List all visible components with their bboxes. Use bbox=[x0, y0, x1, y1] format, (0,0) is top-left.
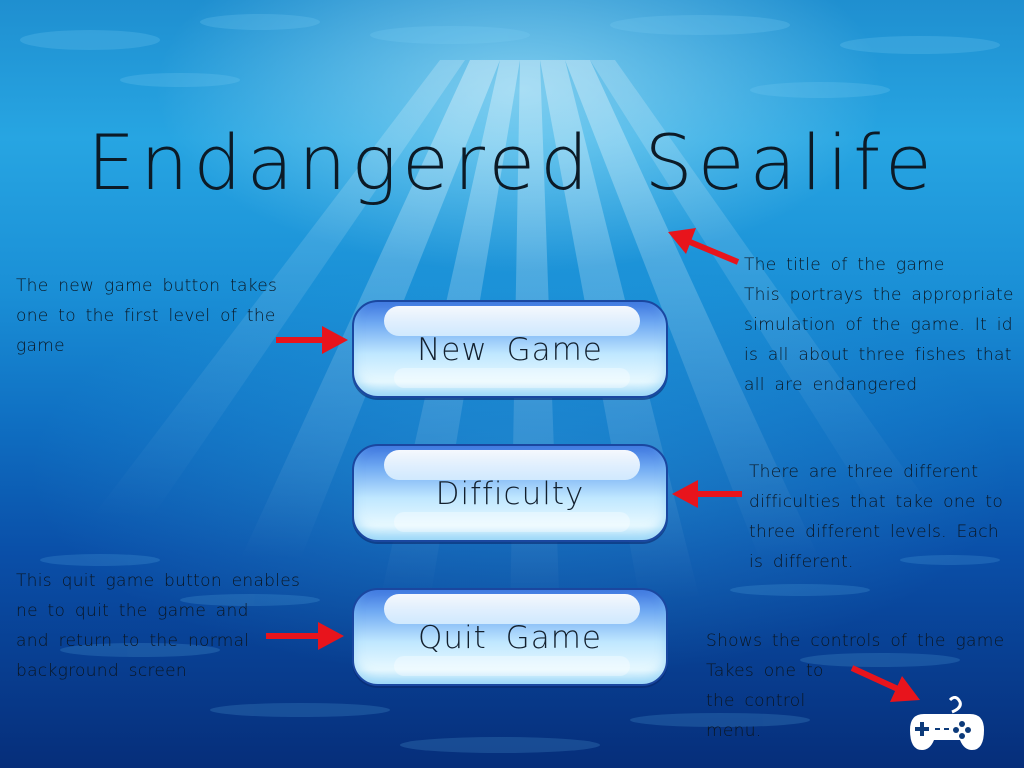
title-annotation-line: is all about three fishes that bbox=[744, 345, 1012, 365]
title-annotation-line: This portrays the appropriate bbox=[744, 285, 1014, 305]
difficulty-label: Difficulty bbox=[435, 476, 585, 512]
quit-annotation-line: ne to quit the game and bbox=[16, 601, 249, 621]
title-annotation: The title of the game This portrays the … bbox=[744, 250, 1014, 400]
difficulty-button[interactable]: Difficulty bbox=[352, 444, 668, 542]
quit-game-label: Quit Game bbox=[418, 620, 602, 656]
game-title: Endangered Sealife bbox=[87, 118, 937, 207]
title-annotation-line: The title of the game bbox=[744, 255, 945, 275]
quit-annotation: This quit game button enables ne to quit… bbox=[16, 566, 300, 686]
difficulty-annotation-line: is different. bbox=[749, 552, 854, 572]
new-game-button[interactable]: New Game bbox=[352, 300, 668, 398]
controls-annotation-line: Takes one to bbox=[706, 661, 824, 681]
quit-annotation-line: and return to the normal bbox=[16, 631, 250, 651]
difficulty-annotation-line: difficulties that take one to bbox=[749, 492, 1004, 512]
controls-annotation-line: Shows the controls of the game bbox=[706, 631, 1005, 651]
title-annotation-line: simulation of the game. It id bbox=[744, 315, 1013, 335]
quit-annotation-line: This quit game button enables bbox=[16, 571, 301, 591]
new-game-annotation: The new game button takes one to the fir… bbox=[16, 271, 277, 361]
new-game-label: New Game bbox=[417, 332, 603, 368]
new-game-annotation-line: The new game button takes bbox=[16, 276, 278, 296]
quit-annotation-line: background screen bbox=[16, 661, 187, 681]
button-glow bbox=[394, 656, 630, 676]
difficulty-annotation-line: There are three different bbox=[749, 462, 979, 482]
button-glow bbox=[394, 512, 630, 532]
difficulty-annotation: There are three different difficulties t… bbox=[749, 457, 1003, 577]
gamepad-icon[interactable] bbox=[902, 696, 984, 752]
new-game-annotation-line: one to the first level of the bbox=[16, 306, 276, 326]
new-game-annotation-line: game bbox=[16, 336, 65, 356]
difficulty-annotation-line: three different levels. Each bbox=[749, 522, 1000, 542]
button-glow bbox=[394, 368, 630, 388]
quit-game-button[interactable]: Quit Game bbox=[352, 588, 668, 686]
title-annotation-line: all are endangered bbox=[744, 375, 918, 395]
